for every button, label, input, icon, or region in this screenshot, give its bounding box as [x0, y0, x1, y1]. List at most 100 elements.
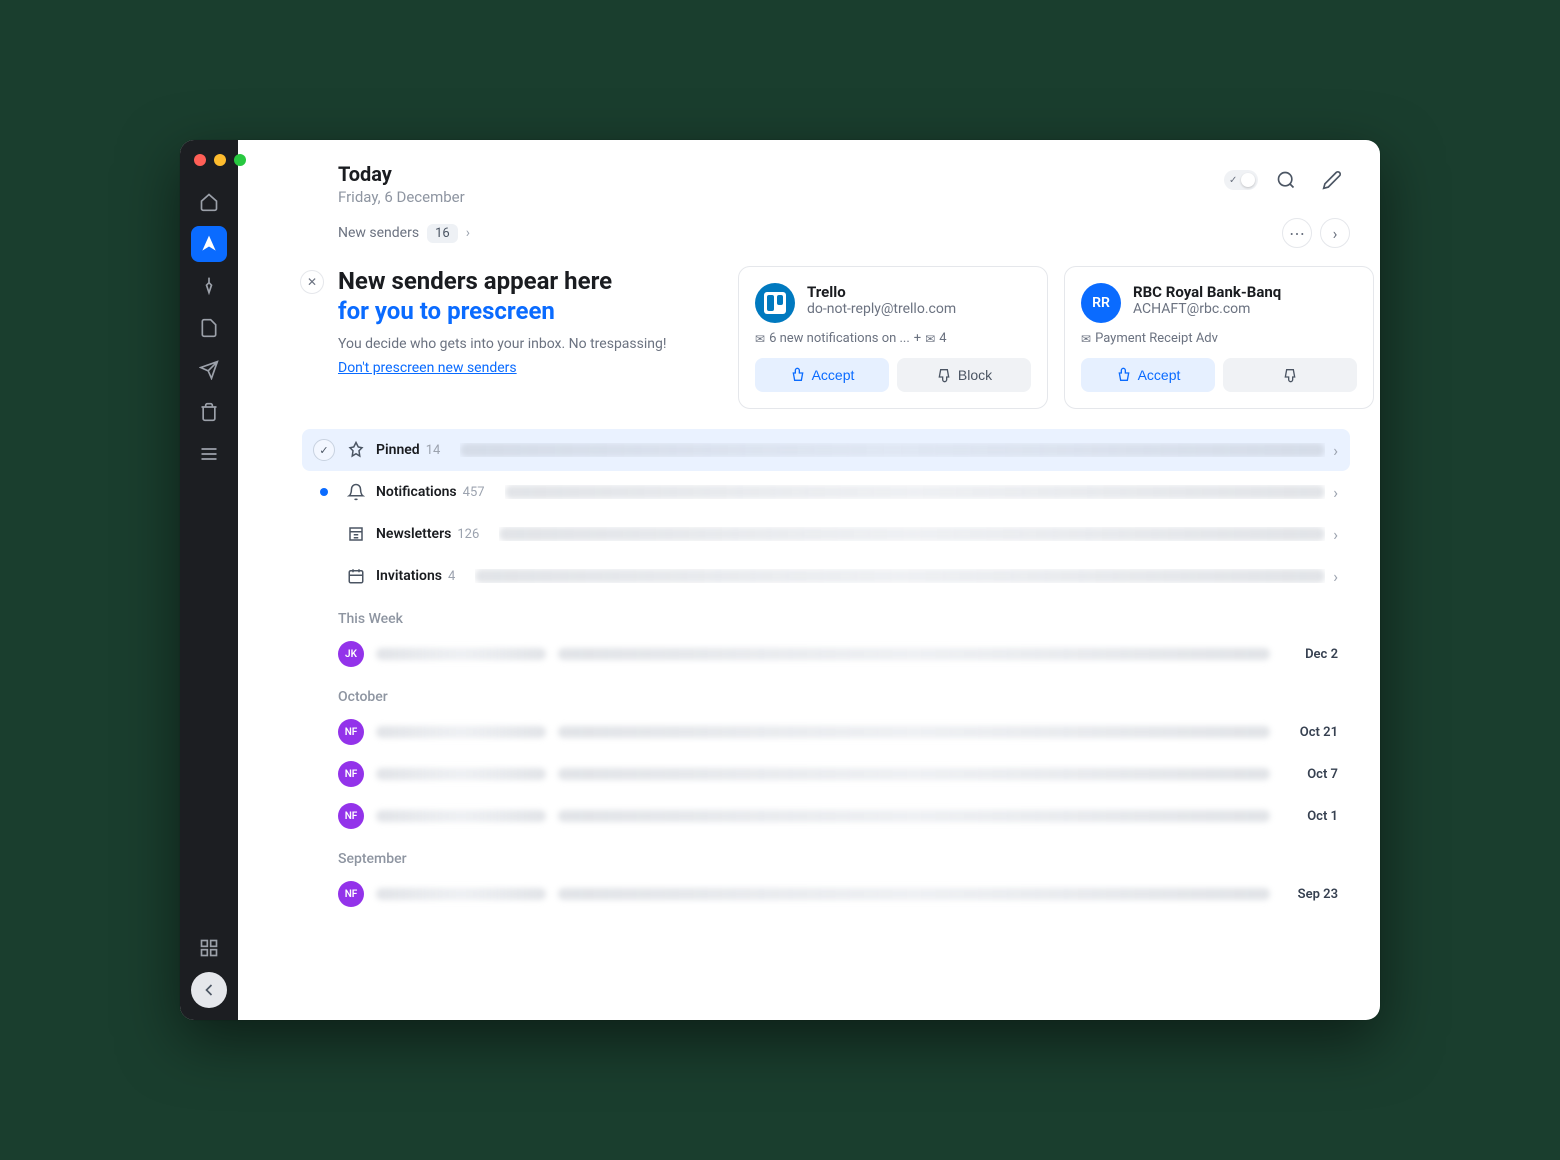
- accept-button[interactable]: Accept: [755, 358, 889, 392]
- nav-apps[interactable]: [191, 930, 227, 966]
- blurred-body: [558, 888, 1270, 900]
- group-newsletters[interactable]: Newsletters 126 ›: [302, 513, 1350, 555]
- nav-send[interactable]: [191, 226, 227, 262]
- more-button[interactable]: ⋯: [1282, 218, 1312, 248]
- blurred-sender: [376, 810, 546, 822]
- minimize-window-icon[interactable]: [214, 154, 226, 166]
- chevron-right-icon: ›: [1333, 441, 1338, 460]
- intro-title-line2: for you to prescreen: [338, 296, 718, 326]
- disable-prescreen-link[interactable]: Don't prescreen new senders: [338, 360, 517, 376]
- nav-home[interactable]: [191, 184, 227, 220]
- breadcrumb-row: New senders 16 › ⋯ ›: [238, 206, 1380, 248]
- blurred-body: [558, 648, 1270, 660]
- chevron-right-icon: ›: [1333, 483, 1338, 502]
- window-controls: [194, 154, 246, 166]
- next-button[interactable]: ›: [1320, 218, 1350, 248]
- sender-name: Trello: [807, 283, 1031, 301]
- nav-pin[interactable]: [191, 268, 227, 304]
- message-row[interactable]: NF Oct 7: [302, 753, 1350, 795]
- blurred-body: [558, 768, 1270, 780]
- message-list: ✓ Pinned 14 › Notifications 457 ›: [238, 429, 1380, 1020]
- sender-preview: ✉ 6 new notifications on ... + ✉ 4: [755, 331, 1031, 346]
- section-october: October: [302, 675, 1350, 711]
- blurred-preview: [499, 527, 1325, 541]
- blurred-sender: [376, 888, 546, 900]
- chevron-right-icon: ›: [466, 225, 470, 241]
- unread-dot-icon: [320, 488, 328, 496]
- blurred-sender: [376, 768, 546, 780]
- group-label: Notifications: [376, 484, 457, 500]
- sender-avatar: NF: [338, 803, 364, 829]
- block-button[interactable]: Block: [897, 358, 1031, 392]
- sender-avatar: NF: [338, 719, 364, 745]
- blurred-sender: [376, 726, 546, 738]
- group-count: 457: [463, 485, 485, 500]
- accept-button[interactable]: Accept: [1081, 358, 1215, 392]
- pin-icon: [342, 441, 370, 459]
- sender-avatar: NF: [338, 881, 364, 907]
- sender-preview: ✉ Payment Receipt Adv: [1081, 331, 1357, 346]
- message-row[interactable]: NF Sep 23: [302, 873, 1350, 915]
- blurred-body: [558, 810, 1270, 822]
- group-count: 126: [457, 527, 479, 542]
- page-title: Today: [338, 162, 1224, 186]
- message-row[interactable]: NF Oct 21: [302, 711, 1350, 753]
- blurred-sender: [376, 648, 546, 660]
- message-row[interactable]: JK Dec 2: [302, 633, 1350, 675]
- nav-menu[interactable]: [191, 436, 227, 472]
- sender-cards: Trello do-not-reply@trello.com ✉ 6 new n…: [738, 266, 1380, 409]
- sender-name: RBC Royal Bank-Banq: [1133, 283, 1357, 301]
- header: Today Friday, 6 December ✓: [238, 140, 1380, 206]
- blurred-preview: [475, 569, 1325, 583]
- group-pinned[interactable]: ✓ Pinned 14 ›: [302, 429, 1350, 471]
- group-invitations[interactable]: Invitations 4 ›: [302, 555, 1350, 597]
- prescreen-area: ✕ New senders appear here for you to pre…: [238, 248, 1380, 429]
- breadcrumb[interactable]: New senders 16 ›: [338, 224, 470, 243]
- bell-icon: [342, 483, 370, 501]
- sidebar: [180, 140, 238, 1020]
- group-label: Pinned: [376, 442, 420, 458]
- page-date: Friday, 6 December: [338, 188, 1224, 206]
- nav-sent[interactable]: [191, 352, 227, 388]
- trello-avatar-icon: [755, 283, 795, 323]
- search-button[interactable]: [1268, 162, 1304, 198]
- main-content: Today Friday, 6 December ✓ New senders 1: [238, 140, 1380, 1020]
- blurred-body: [558, 726, 1270, 738]
- crumb-label: New senders: [338, 225, 419, 241]
- newspaper-icon: [342, 525, 370, 543]
- envelope-icon: ✉: [755, 332, 765, 346]
- done-toggle[interactable]: ✓: [1224, 170, 1258, 190]
- message-row[interactable]: NF Oct 1: [302, 795, 1350, 837]
- blurred-preview: [460, 443, 1325, 457]
- nav-files[interactable]: [191, 310, 227, 346]
- sender-avatar: NF: [338, 761, 364, 787]
- message-date: Oct 1: [1282, 809, 1338, 824]
- envelope-icon: ✉: [1081, 332, 1091, 346]
- maximize-window-icon[interactable]: [234, 154, 246, 166]
- prescreen-intro: ✕ New senders appear here for you to pre…: [338, 266, 718, 409]
- calendar-icon: [342, 567, 370, 585]
- section-september: September: [302, 837, 1350, 873]
- nav-trash[interactable]: [191, 394, 227, 430]
- compose-button[interactable]: [1314, 162, 1350, 198]
- block-button[interactable]: [1223, 358, 1357, 392]
- close-intro-button[interactable]: ✕: [300, 270, 324, 294]
- group-notifications[interactable]: Notifications 457 ›: [302, 471, 1350, 513]
- chevron-right-icon: ›: [1333, 525, 1338, 544]
- section-this-week: This Week: [302, 597, 1350, 633]
- close-window-icon[interactable]: [194, 154, 206, 166]
- group-count: 14: [426, 443, 441, 458]
- nav-account[interactable]: [191, 972, 227, 1008]
- sender-avatar: JK: [338, 641, 364, 667]
- rbc-avatar-icon: RR: [1081, 283, 1121, 323]
- chevron-right-icon: ›: [1333, 567, 1338, 586]
- message-date: Oct 7: [1282, 767, 1338, 782]
- check-circle-icon[interactable]: ✓: [313, 439, 335, 461]
- group-count: 4: [448, 569, 455, 584]
- check-icon: ✓: [1229, 175, 1237, 186]
- crumb-count: 16: [427, 224, 458, 243]
- message-date: Dec 2: [1282, 647, 1338, 662]
- intro-body: You decide who gets into your inbox. No …: [338, 336, 718, 352]
- app-window: Today Friday, 6 December ✓ New senders 1: [180, 140, 1380, 1020]
- sender-card-trello: Trello do-not-reply@trello.com ✉ 6 new n…: [738, 266, 1048, 409]
